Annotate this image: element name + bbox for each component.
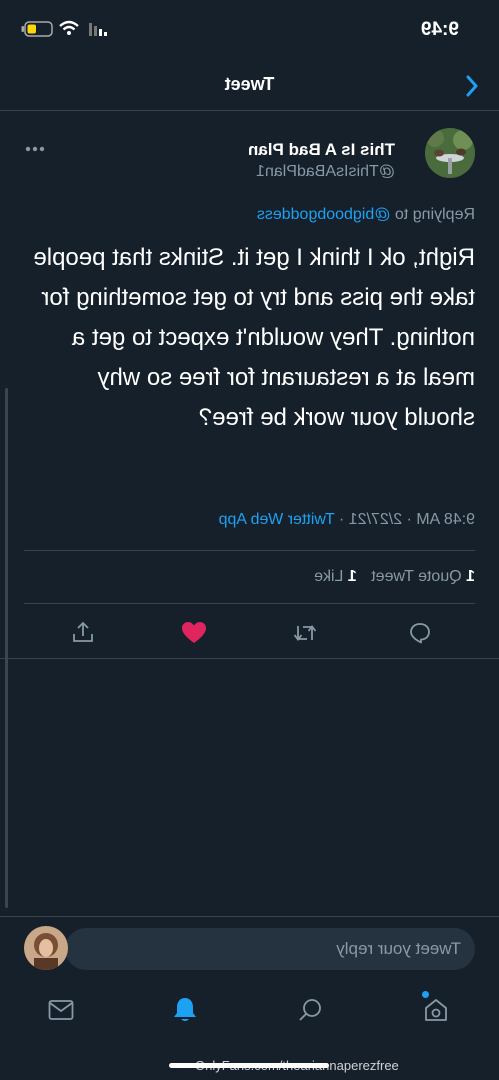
mail-icon[interactable] (48, 999, 74, 1021)
actions-divider (0, 658, 499, 659)
page-title: Tweet (224, 74, 275, 94)
wifi-icon (59, 20, 79, 36)
mirrored-screen: 9:49 Tweet This Is A Bad Plan @ThisIsABa… (0, 0, 499, 1080)
user-avatar[interactable] (24, 926, 68, 970)
reply-placeholder: Tweet your reply (336, 939, 461, 958)
meta-divider (24, 550, 475, 551)
battery-icon (21, 21, 53, 37)
heart-filled-icon[interactable] (181, 621, 207, 645)
watermark: OnlyFans.com/theariannaperezfree (195, 1058, 399, 1073)
author-display-name[interactable]: This Is A Bad Plan (248, 140, 395, 160)
tweet-stats: 1 Quote Tweet 1 Like (314, 568, 475, 586)
reply-input[interactable]: Tweet your reply (65, 928, 475, 970)
tweet-meta: 9:48 AM · 2/27/21 · Twitter Web App (219, 511, 475, 529)
signal-icon (89, 22, 107, 36)
like-count[interactable]: 1 (348, 568, 357, 585)
like-label[interactable]: Like (314, 568, 343, 585)
replying-handle-link[interactable]: @bigboobgoddess (257, 206, 391, 223)
search-icon[interactable] (297, 997, 323, 1023)
replying-to: Replying to @bigboobgoddess (257, 206, 475, 224)
home-new-dot (422, 991, 429, 998)
reply-icon[interactable] (408, 621, 432, 645)
author-handle[interactable]: @ThisIsABadPlan1 (256, 163, 395, 181)
quote-count[interactable]: 1 (466, 568, 475, 585)
tweet-source-link[interactable]: Twitter Web App (219, 511, 335, 528)
home-icon[interactable] (423, 997, 449, 1023)
scrollbar[interactable] (5, 388, 8, 908)
stats-divider (24, 603, 475, 604)
tweet-text: Right, ok I think I get it. Stinks that … (33, 244, 475, 431)
status-time: 9:49 (420, 19, 459, 40)
more-options-icon[interactable] (25, 146, 45, 152)
replying-prefix: Replying to (394, 206, 475, 223)
top-nav: Tweet (0, 60, 499, 110)
bell-icon[interactable] (172, 996, 198, 1024)
tab-bar (0, 980, 499, 1040)
share-icon[interactable] (71, 620, 95, 644)
quote-label[interactable]: Quote Tweet (371, 568, 461, 585)
author-avatar[interactable] (425, 128, 475, 178)
header-divider (0, 110, 499, 111)
tweet-timestamp: 9:48 AM · 2/27/21 · (338, 511, 475, 528)
composer-divider (0, 916, 499, 917)
retweet-icon[interactable] (292, 620, 318, 646)
status-bar: 9:49 (0, 0, 499, 60)
